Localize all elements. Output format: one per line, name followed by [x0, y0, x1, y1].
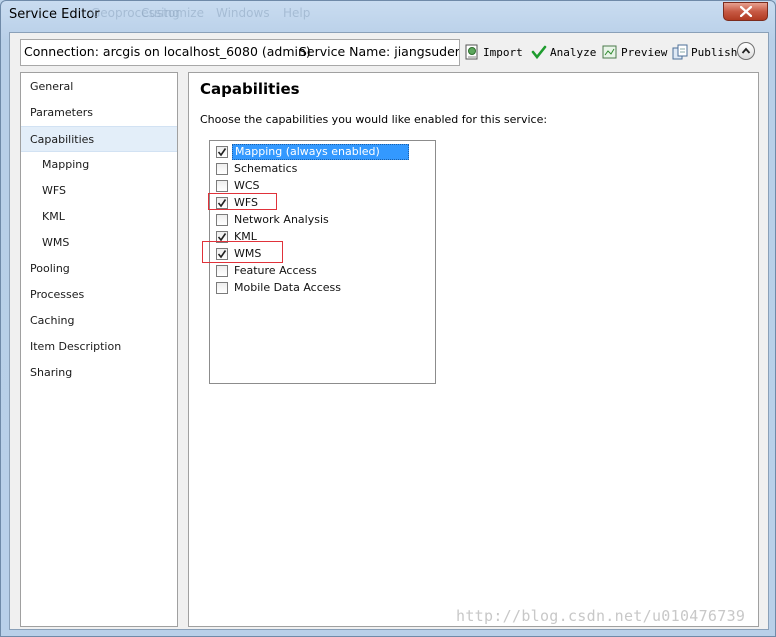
capability-item-wcs[interactable]: WCS	[216, 178, 262, 194]
preview-label: Preview	[621, 45, 668, 59]
analyze-button[interactable]: Analyze	[531, 43, 596, 61]
capability-item-mobile[interactable]: Mobile Data Access	[216, 280, 343, 296]
annotation-highlight-wms	[202, 241, 283, 263]
service-editor-window: Service Editor Geoprocessing Customize W…	[0, 0, 776, 637]
capabilities-panel: Capabilities Choose the capabilities you…	[188, 72, 759, 627]
preview-button[interactable]: Preview	[602, 43, 667, 61]
capability-checkbox[interactable]	[216, 282, 228, 294]
connection-text: Connection: arcgis on localhost_6080 (ad…	[24, 44, 311, 59]
sidebar-item-label: Mapping	[42, 158, 90, 171]
import-icon	[465, 44, 478, 60]
capability-label: Feature Access	[234, 264, 317, 277]
chevron-up-icon	[741, 47, 751, 54]
capability-item-network[interactable]: Network Analysis	[216, 212, 331, 228]
capability-checkbox[interactable]	[216, 214, 228, 226]
background-menu-item: Help	[283, 6, 311, 20]
editor-client-area: Connection: arcgis on localhost_6080 (ad…	[9, 32, 769, 630]
capability-checkbox[interactable]	[216, 163, 228, 175]
sidebar-item-label: WMS	[42, 236, 70, 249]
sidebar-item-label: Parameters	[30, 106, 93, 119]
publish-icon	[672, 44, 688, 60]
annotation-highlight-wfs	[208, 193, 277, 210]
page-title: Capabilities	[200, 80, 300, 98]
sidebar-item-kml[interactable]: KML	[21, 204, 177, 230]
capability-label: Schematics	[234, 162, 298, 175]
publish-button[interactable]: Publish	[672, 43, 737, 61]
capability-checkbox[interactable]	[216, 180, 228, 192]
close-icon	[740, 6, 752, 17]
sidebar-item-pooling[interactable]: Pooling	[21, 256, 177, 282]
window-title: Service Editor	[9, 7, 100, 22]
sidebar-item-label: Pooling	[30, 262, 70, 275]
watermark-text: http://blog.csdn.net/u010476739	[456, 607, 746, 625]
background-menu-item: Customize	[141, 6, 204, 20]
import-button[interactable]: Import	[464, 43, 523, 61]
sidebar-item-label: Item Description	[30, 340, 122, 353]
capability-label: Mobile Data Access	[234, 281, 341, 294]
collapse-toolbar-button[interactable]	[737, 42, 755, 60]
publish-label: Publish	[691, 45, 738, 59]
sidebar-item-item-description[interactable]: Item Description	[21, 334, 177, 360]
close-button[interactable]	[723, 2, 768, 21]
capability-item-mapping[interactable]: Mapping (always enabled)	[216, 144, 409, 160]
checkmark-icon	[217, 148, 227, 157]
sidebar-item-label: Caching	[30, 314, 75, 327]
sidebar-item-sharing[interactable]: Sharing	[21, 360, 177, 386]
sidebar-item-label: KML	[42, 210, 65, 223]
analyze-label: Analyze	[550, 45, 597, 59]
capability-label: Mapping (always enabled)	[232, 144, 409, 160]
sidebar-item-wfs[interactable]: WFS	[21, 178, 177, 204]
sidebar-item-label: Sharing	[30, 366, 73, 379]
sidebar-item-label: General	[30, 80, 74, 93]
sidebar-item-parameters[interactable]: Parameters	[21, 100, 177, 126]
service-name-text: Service Name: jiangsudemo	[299, 44, 460, 59]
settings-navigation: General Parameters Capabilities Mapping WFS K…	[20, 72, 178, 627]
capability-label: WCS	[234, 179, 260, 192]
capability-checkbox[interactable]	[216, 265, 228, 277]
sidebar-item-processes[interactable]: Processes	[21, 282, 177, 308]
sidebar-item-caching[interactable]: Caching	[21, 308, 177, 334]
sidebar-item-label: Processes	[30, 288, 85, 301]
sidebar-item-label: WFS	[42, 184, 66, 197]
capability-item-schematics[interactable]: Schematics	[216, 161, 299, 177]
capability-checkbox[interactable]	[216, 146, 228, 158]
page-description: Choose the capabilities you would like e…	[200, 113, 548, 126]
checkmark-icon	[531, 45, 547, 60]
connection-info-field[interactable]: Connection: arcgis on localhost_6080 (ad…	[20, 39, 460, 66]
sidebar-item-wms[interactable]: WMS	[21, 230, 177, 256]
title-bar[interactable]: Service Editor Geoprocessing Customize W…	[1, 1, 775, 31]
import-label: Import	[483, 45, 523, 59]
capability-label: Network Analysis	[234, 213, 329, 226]
sidebar-item-general[interactable]: General	[21, 74, 177, 100]
background-menu-item: Windows	[216, 6, 270, 20]
capability-item-feature[interactable]: Feature Access	[216, 263, 319, 279]
preview-icon	[602, 45, 617, 59]
sidebar-item-mapping[interactable]: Mapping	[21, 152, 177, 178]
sidebar-item-label: Capabilities	[30, 133, 95, 146]
sidebar-item-capabilities[interactable]: Capabilities	[21, 126, 177, 152]
